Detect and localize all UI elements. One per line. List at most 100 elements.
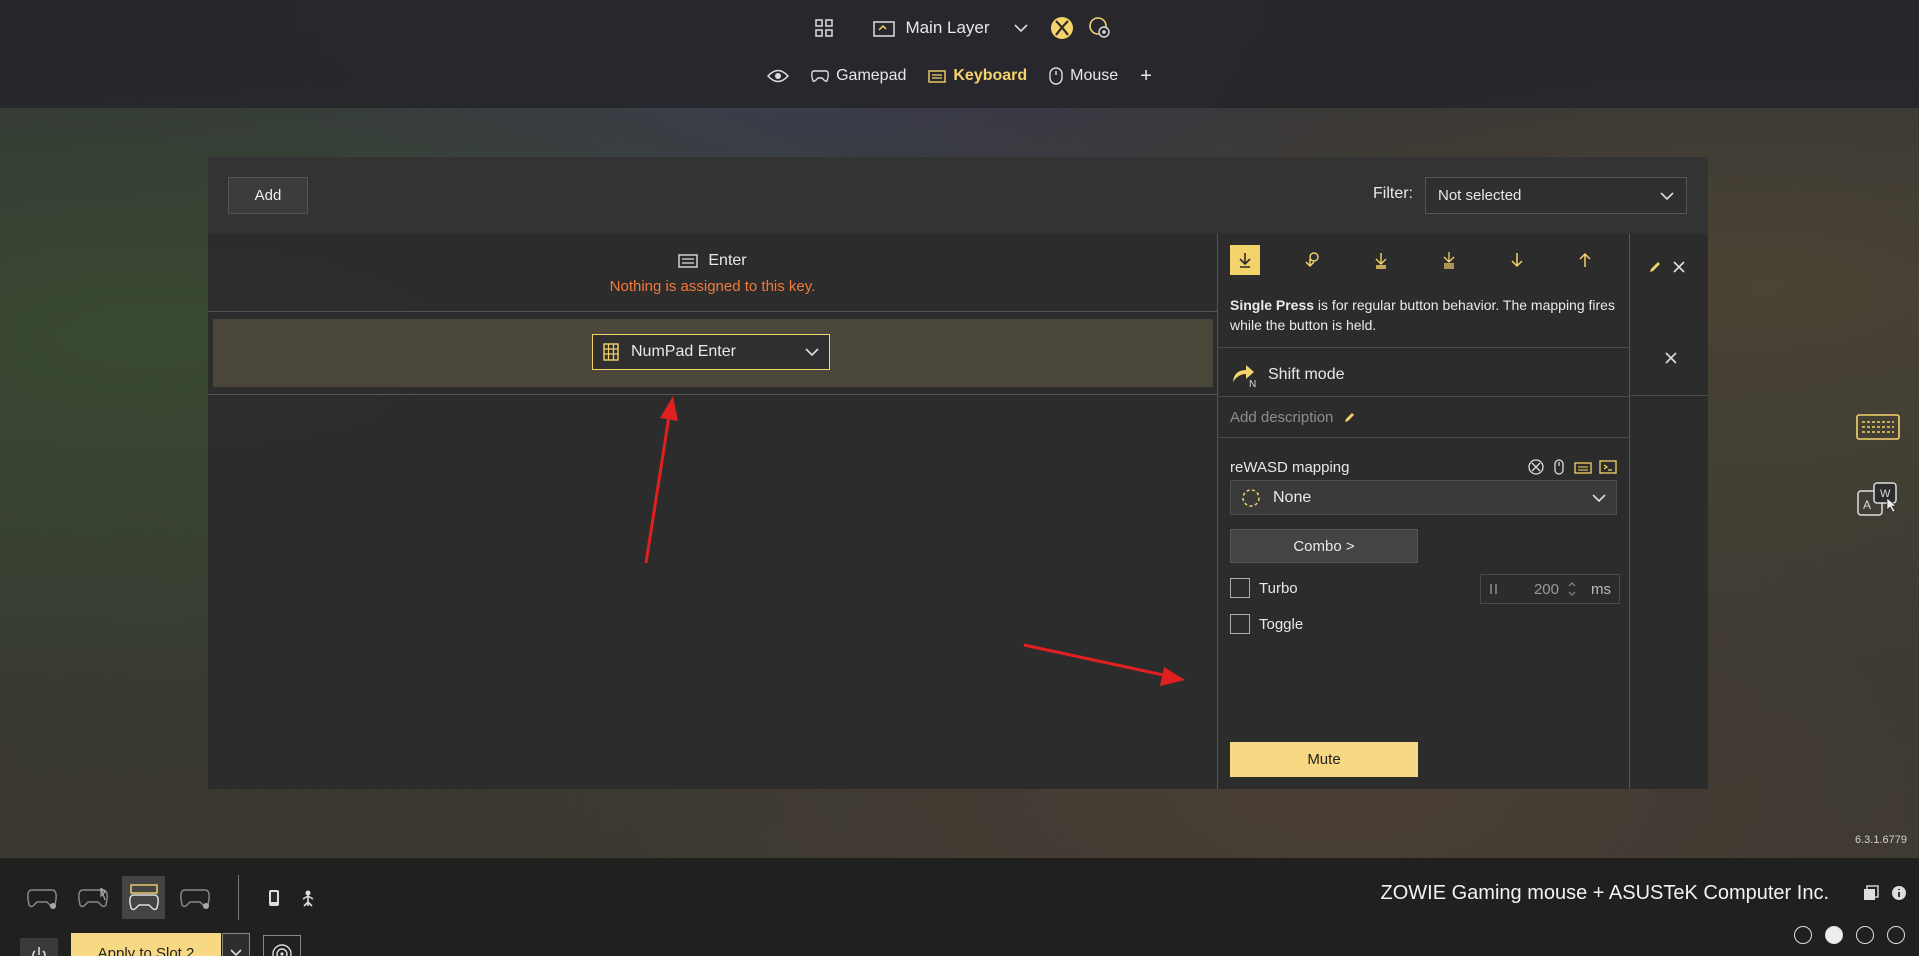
shift-arrow-icon: N <box>1230 362 1258 388</box>
bluetooth-gamepad-icon[interactable] <box>71 876 114 919</box>
gamepad-device-icon[interactable] <box>20 876 63 919</box>
turbo-checkbox-row[interactable]: Turbo <box>1230 578 1298 598</box>
mute-button[interactable]: Mute <box>1230 742 1418 777</box>
filter-value: Not selected <box>1438 187 1522 204</box>
slot-1-dot[interactable] <box>1794 926 1812 944</box>
device-tabs: Gamepad Keyboard Mouse + <box>0 58 1919 94</box>
translate-icon[interactable]: AW <box>1855 480 1901 522</box>
grid-icon[interactable] <box>807 11 841 45</box>
keyboard-icon[interactable] <box>1574 459 1592 475</box>
key-warning: Nothing is assigned to this key. <box>609 278 816 295</box>
toggle-checkbox[interactable] <box>1230 614 1250 634</box>
divider <box>208 394 1217 395</box>
mouse-icon[interactable] <box>1551 459 1567 475</box>
layer-row: Main Layer <box>0 0 1919 56</box>
mapping-toolbar: Add Filter: Not selected <box>208 157 1708 234</box>
macro-icon[interactable] <box>1599 459 1617 475</box>
rewasd-mapping-type-icons <box>1528 459 1617 475</box>
mouse-icon <box>1049 67 1063 85</box>
virtual-keyboard-icon[interactable] <box>1855 412 1901 442</box>
key-header: Enter Nothing is assigned to this key. <box>208 234 1217 312</box>
slot-4-dot[interactable] <box>1887 926 1905 944</box>
tab-keyboard-label: Keyboard <box>953 67 1028 84</box>
add-description-label: Add description <box>1230 409 1334 426</box>
dashed-circle-icon <box>1241 488 1261 508</box>
chevron-down-icon <box>230 949 242 956</box>
apply-button[interactable]: Apply to Slot 2 <box>71 933 221 956</box>
turbo-delay-stepper[interactable]: 200 ms <box>1480 574 1620 604</box>
corner-icons <box>1863 885 1907 901</box>
apply-dropdown[interactable] <box>222 933 250 956</box>
triple-press-icon[interactable] <box>1434 245 1464 275</box>
tab-gamepad[interactable]: Gamepad <box>811 67 906 85</box>
xbox-icon[interactable] <box>1528 459 1544 475</box>
filter-label: Filter: <box>1373 185 1413 202</box>
combined-device-icon[interactable] <box>122 876 165 919</box>
target-icon <box>271 943 293 956</box>
svg-text:N: N <box>1249 379 1256 388</box>
key-mapping-area: Enter Nothing is assigned to this key. N… <box>208 234 1217 789</box>
copy-icon[interactable] <box>1863 885 1879 901</box>
controller-settings-icon[interactable] <box>1088 16 1112 40</box>
keyboard-icon <box>678 254 699 268</box>
slot-3-dot[interactable] <box>1856 926 1874 944</box>
rewasd-mapping-select[interactable]: None <box>1230 480 1617 515</box>
chevron-down-icon <box>1592 493 1606 503</box>
tab-mouse[interactable]: Mouse <box>1049 67 1118 85</box>
close-icon[interactable] <box>1672 260 1686 274</box>
mapping-row[interactable]: NumPad Enter <box>213 319 1213 387</box>
turbo-label: Turbo <box>1259 579 1298 597</box>
mapping-settings-panel: Single Press is for regular button behav… <box>1217 234 1630 789</box>
tab-gamepad-label: Gamepad <box>836 67 907 84</box>
toggle-label: Toggle <box>1259 615 1304 633</box>
target-button[interactable] <box>263 935 301 956</box>
numpad-icon <box>603 343 619 361</box>
combo-button[interactable]: Combo > <box>1230 529 1418 563</box>
gamepad-icon <box>811 69 830 83</box>
device-list <box>20 875 321 920</box>
add-tab-button[interactable]: + <box>1140 65 1152 88</box>
stepper-arrows-icon[interactable] <box>1567 579 1577 599</box>
svg-text:A: A <box>1863 498 1871 512</box>
close-icon[interactable] <box>1664 351 1678 365</box>
tab-keyboard[interactable]: Keyboard <box>928 67 1027 85</box>
start-press-icon[interactable] <box>1502 245 1532 275</box>
divider <box>1218 437 1629 438</box>
turbo-checkbox[interactable] <box>1230 578 1250 598</box>
divider <box>1218 396 1629 397</box>
top-bar: Main Layer Gamepad Keyboard Mouse + <box>0 0 1919 108</box>
mobile-device-icon[interactable] <box>261 883 287 913</box>
single-press-icon[interactable] <box>1230 245 1260 275</box>
key-select[interactable]: NumPad Enter <box>592 334 830 370</box>
power-button[interactable] <box>20 938 58 956</box>
svg-text:W: W <box>1880 488 1891 500</box>
power-icon <box>30 946 48 956</box>
double-press-icon[interactable] <box>1366 245 1396 275</box>
turbo-delay-unit: ms <box>1591 580 1611 598</box>
filter-select[interactable]: Not selected <box>1425 177 1687 214</box>
shift-mode[interactable]: N Shift mode <box>1230 362 1344 388</box>
add-button[interactable]: Add <box>228 177 308 214</box>
virtual-gamepad-icon[interactable] <box>173 876 216 919</box>
add-description[interactable]: Add description <box>1230 409 1356 426</box>
long-press-icon[interactable] <box>1298 245 1328 275</box>
toggle-checkbox-row[interactable]: Toggle <box>1230 614 1303 634</box>
key-name: Enter <box>708 252 747 269</box>
release-icon[interactable] <box>1570 245 1600 275</box>
eye-icon[interactable] <box>767 68 790 84</box>
key-title: Enter <box>208 252 1217 270</box>
layer-select[interactable]: Main Layer <box>865 14 1035 42</box>
info-icon[interactable] <box>1891 885 1907 901</box>
tab-mouse-label: Mouse <box>1070 67 1119 84</box>
turbo-delay-value: 200 <box>1533 580 1559 598</box>
rewasd-mapping-label: reWASD mapping <box>1230 459 1350 476</box>
mode-description: Single Press is for regular button behav… <box>1230 295 1625 335</box>
pencil-icon[interactable] <box>1648 260 1662 274</box>
xbox-icon[interactable] <box>1050 16 1074 40</box>
slot-selector <box>1794 926 1905 944</box>
rewasd-mapping-value: None <box>1273 488 1312 506</box>
remote-control-icon[interactable] <box>295 883 321 913</box>
keyboard-icon <box>928 69 947 83</box>
slot-2-dot[interactable] <box>1825 926 1843 944</box>
shift-mode-label: Shift mode <box>1268 366 1345 383</box>
